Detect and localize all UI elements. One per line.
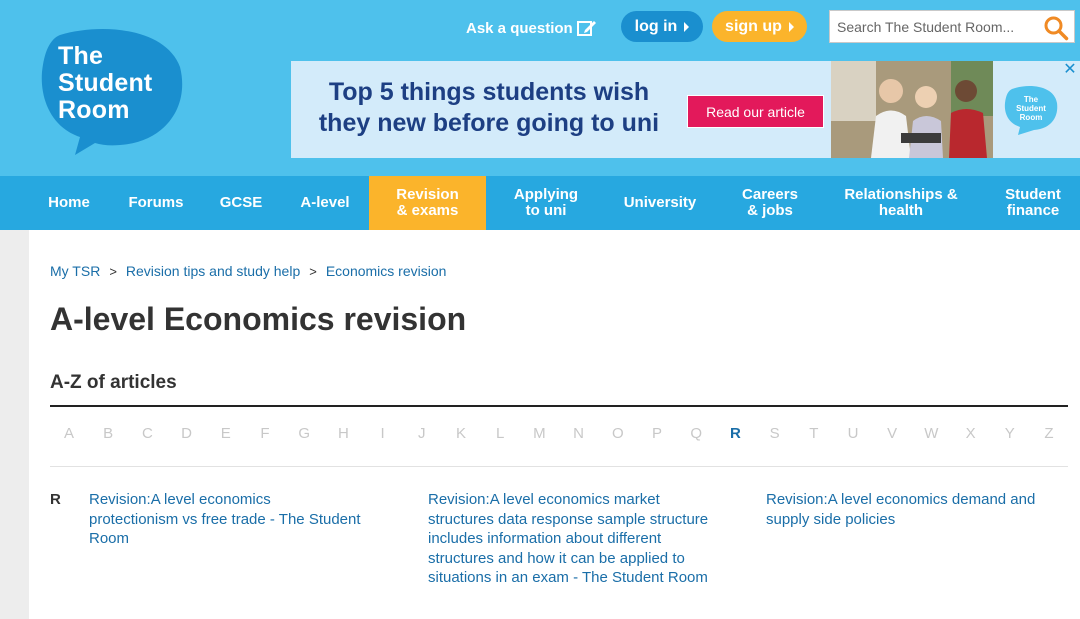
- breadcrumb-economics-revision[interactable]: Economics revision: [326, 263, 447, 279]
- alphabet-letter-y[interactable]: Y: [1000, 425, 1020, 442]
- alphabet-letter-e[interactable]: E: [216, 425, 236, 442]
- nav-label: Revision: [396, 186, 459, 203]
- logo-line: Room: [58, 96, 130, 124]
- alphabet-letter-w[interactable]: W: [921, 425, 941, 442]
- alphabet-letter-k[interactable]: K: [451, 425, 471, 442]
- nav-home[interactable]: Home: [30, 176, 108, 230]
- caret-right-icon: [788, 21, 794, 32]
- nav-label: to uni: [525, 202, 567, 219]
- alphabet-letter-m[interactable]: M: [529, 425, 549, 442]
- svg-text:Room: Room: [1020, 113, 1043, 122]
- alphabet-letter-n[interactable]: N: [569, 425, 589, 442]
- alphabet-letter-o[interactable]: O: [608, 425, 628, 442]
- login-label: log in: [634, 17, 678, 35]
- alphabet-letter-v[interactable]: V: [882, 425, 902, 442]
- caret-right-icon: [684, 21, 690, 32]
- nav-label: University: [623, 194, 697, 211]
- edit-pencil-icon: [576, 21, 596, 36]
- alphabet-letter-b[interactable]: B: [98, 425, 118, 442]
- ask-question-link[interactable]: Ask a question: [466, 17, 597, 39]
- ask-question-label: Ask a question: [466, 19, 573, 37]
- alphabet-letter-r[interactable]: R: [725, 425, 745, 442]
- ad-headline-line: Top 5 things students wish: [328, 78, 650, 106]
- search-icon[interactable]: [1043, 15, 1069, 41]
- az-heading: A-Z of articles: [50, 372, 177, 393]
- ad-banner[interactable]: Top 5 things students wish they new befo…: [291, 61, 1080, 158]
- alphabet-letter-p[interactable]: P: [647, 425, 667, 442]
- search-box: [829, 10, 1075, 43]
- breadcrumb-my-tsr[interactable]: My TSR: [50, 263, 100, 279]
- page-title: A-level Economics revision: [50, 301, 467, 337]
- nav-label: Applying: [513, 186, 579, 203]
- nav-careers-jobs[interactable]: Careers & jobs: [725, 176, 815, 230]
- nav-student-finance[interactable]: Student finance: [990, 176, 1076, 230]
- nav-label: & jobs: [747, 202, 793, 219]
- article-link[interactable]: Revision:A level economics demand and su…: [766, 490, 1056, 529]
- nav-relationships-health[interactable]: Relationships & health: [830, 176, 972, 230]
- nav-forums[interactable]: Forums: [114, 176, 198, 230]
- nav-label: health: [878, 202, 924, 219]
- alphabet-letter-t[interactable]: T: [804, 425, 824, 442]
- divider: [50, 405, 1068, 407]
- alphabet-letter-f[interactable]: F: [255, 425, 275, 442]
- site-logo-text[interactable]: The Student Room: [58, 43, 152, 124]
- alphabet-letter-s[interactable]: S: [765, 425, 785, 442]
- alphabet-letter-l[interactable]: L: [490, 425, 510, 442]
- breadcrumb: My TSR > Revision tips and study help > …: [50, 263, 446, 279]
- ad-students-photo: [831, 61, 993, 158]
- logo-line: Student: [58, 69, 153, 97]
- alphabet-letter-c[interactable]: C: [137, 425, 157, 442]
- svg-text:The: The: [1024, 95, 1039, 104]
- nav-label: Relationships &: [844, 186, 958, 203]
- site-header: The Student Room Ask a question log in s…: [0, 0, 1080, 176]
- breadcrumb-separator: >: [309, 263, 317, 279]
- nav-label: & exams: [396, 202, 459, 219]
- nav-label: Forums: [128, 194, 184, 211]
- nav-label: Home: [48, 194, 90, 211]
- article-link[interactable]: Revision:A level economics market struct…: [428, 490, 718, 588]
- svg-text:Student: Student: [1016, 104, 1046, 113]
- alphabet-letter-j[interactable]: J: [412, 425, 432, 442]
- main-content: My TSR > Revision tips and study help > …: [29, 230, 1080, 619]
- nav-applying-to-uni[interactable]: Applying to uni: [496, 176, 596, 230]
- ad-headline: Top 5 things students wish they new befo…: [309, 77, 669, 139]
- alphabet-letter-a[interactable]: A: [59, 425, 79, 442]
- breadcrumb-separator: >: [109, 263, 117, 279]
- nav-revision-exams[interactable]: Revision & exams: [369, 176, 486, 230]
- alphabet-letter-g[interactable]: G: [294, 425, 314, 442]
- nav-label: Careers: [742, 186, 798, 203]
- nav-label: Student: [1005, 186, 1061, 203]
- ad-tsr-logo-icon: The Student Room: [1004, 85, 1058, 135]
- breadcrumb-revision-tips[interactable]: Revision tips and study help: [126, 263, 300, 279]
- divider: [50, 466, 1068, 467]
- nav-label: finance: [1006, 202, 1060, 219]
- article-link[interactable]: Revision:A level economics protectionism…: [89, 490, 364, 549]
- alphabet-letter-h[interactable]: H: [333, 425, 353, 442]
- nav-a-level[interactable]: A-level: [285, 176, 365, 230]
- section-letter: R: [50, 491, 61, 508]
- alphabet-letter-q[interactable]: Q: [686, 425, 706, 442]
- logo-line: The: [58, 42, 104, 70]
- ad-read-article-button[interactable]: Read our article: [687, 95, 824, 128]
- nav-label: GCSE: [219, 194, 263, 211]
- ad-headline-line: they new before going to uni: [318, 109, 660, 137]
- ad-close-icon[interactable]: ✕: [1061, 62, 1079, 80]
- nav-university[interactable]: University: [610, 176, 710, 230]
- alphabet-letter-u[interactable]: U: [843, 425, 863, 442]
- alphabet-letter-z[interactable]: Z: [1039, 425, 1059, 442]
- nav-label: A-level: [300, 194, 350, 211]
- main-nav: Home Forums GCSE A-level Revision & exam…: [0, 176, 1080, 230]
- nav-gcse[interactable]: GCSE: [206, 176, 276, 230]
- login-button[interactable]: log in: [621, 11, 703, 42]
- alphabet-letter-x[interactable]: X: [961, 425, 981, 442]
- alphabet-letter-i[interactable]: I: [373, 425, 393, 442]
- alphabet-filter: A B C D E F G H I J K L M N O P Q R S T U V W X Y Z: [50, 425, 1068, 449]
- alphabet-letter-d[interactable]: D: [177, 425, 197, 442]
- page: The Student Room Ask a question log in s…: [0, 0, 1080, 619]
- signup-button[interactable]: sign up: [712, 11, 807, 42]
- signup-label: sign up: [725, 17, 782, 35]
- search-input[interactable]: [830, 11, 1035, 42]
